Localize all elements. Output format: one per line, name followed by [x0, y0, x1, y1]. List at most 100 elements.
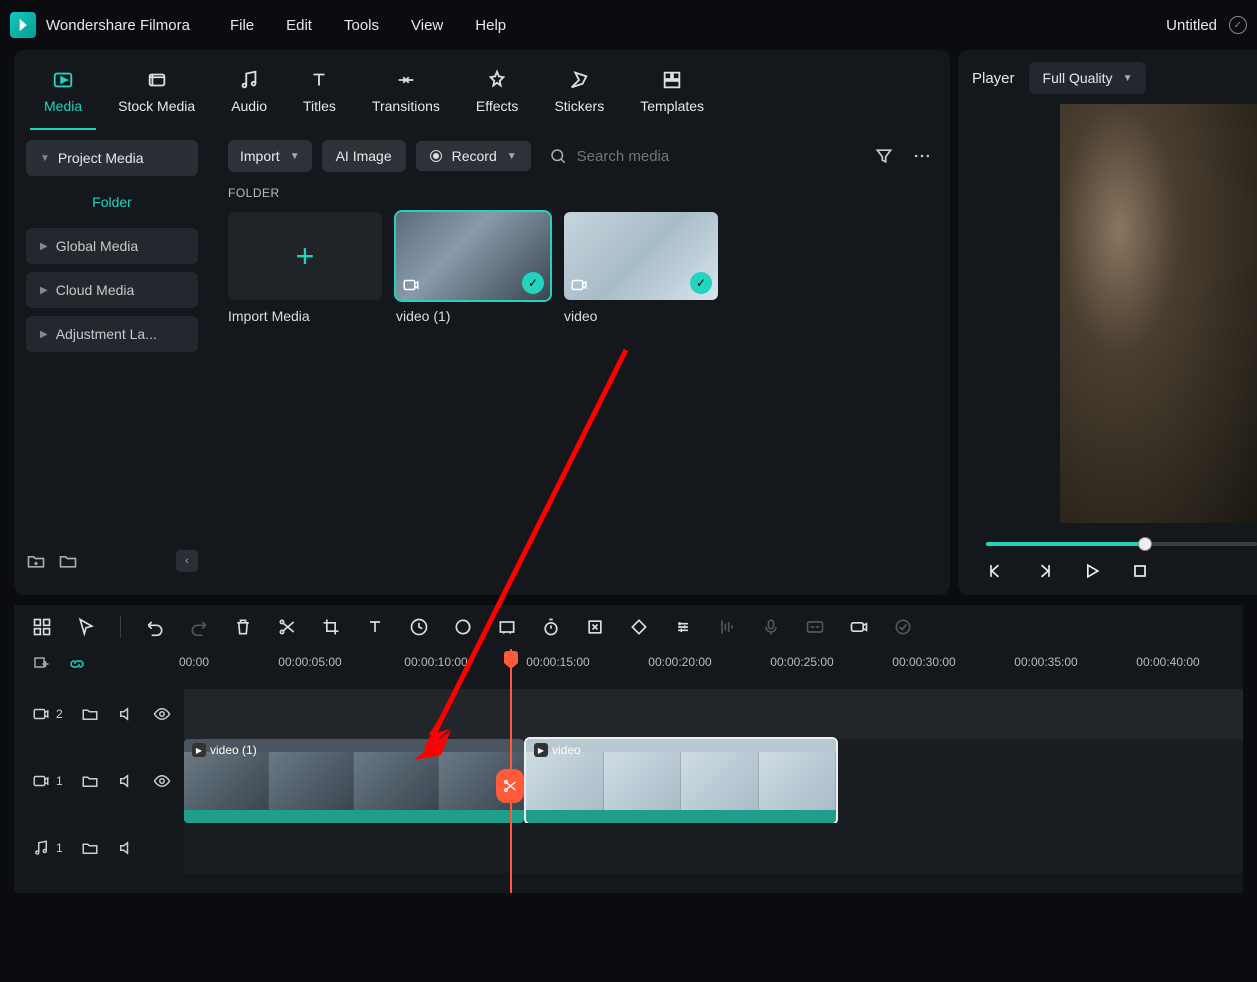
- keyframe-icon[interactable]: [629, 617, 649, 637]
- video-track-icon: [32, 772, 50, 790]
- quality-dropdown[interactable]: Full Quality ▼: [1029, 62, 1147, 94]
- export-icon: [893, 617, 913, 637]
- media-tabs: Media Stock Media Audio Titles Transitio…: [14, 50, 950, 130]
- redo-icon: [189, 617, 209, 637]
- player-controls: [972, 561, 1257, 581]
- lock-icon[interactable]: [81, 772, 99, 790]
- menu-edit[interactable]: Edit: [286, 17, 312, 34]
- voiceover-icon: [761, 617, 781, 637]
- subtitle-icon: [805, 617, 825, 637]
- sidebar-global-media[interactable]: ▶ Global Media: [26, 228, 198, 264]
- audio-mix-icon: [717, 617, 737, 637]
- timeline-section: 00:00 00:00:05:00 00:00:10:00 00:00:15:0…: [0, 605, 1257, 893]
- tab-transitions[interactable]: Transitions: [358, 62, 454, 130]
- sidebar-adjustment-layer[interactable]: ▶ Adjustment La...: [26, 316, 198, 352]
- chevron-right-icon: ▶: [40, 329, 48, 340]
- add-track-icon[interactable]: [32, 655, 50, 673]
- new-folder-icon[interactable]: [26, 551, 46, 571]
- folder-icon[interactable]: [58, 551, 78, 571]
- sidebar-folder[interactable]: Folder: [26, 184, 198, 220]
- plus-icon: +: [296, 238, 315, 275]
- templates-icon: [660, 68, 684, 92]
- play-icon[interactable]: [1082, 561, 1102, 581]
- media-card-video-1[interactable]: ✓ video (1): [396, 212, 550, 324]
- mute-icon[interactable]: [117, 839, 135, 857]
- grid-icon[interactable]: [32, 617, 52, 637]
- player-label: Player: [972, 70, 1015, 87]
- menu-view[interactable]: View: [411, 17, 443, 34]
- media-card-video[interactable]: ✓ video: [564, 212, 718, 324]
- transitions-icon: [394, 68, 418, 92]
- filter-icon[interactable]: [874, 146, 894, 166]
- menu-file[interactable]: File: [230, 17, 254, 34]
- tab-titles[interactable]: Titles: [289, 62, 350, 130]
- tab-stickers[interactable]: Stickers: [540, 62, 618, 130]
- cursor-icon[interactable]: [76, 617, 96, 637]
- mute-icon[interactable]: [117, 772, 135, 790]
- prev-frame-icon[interactable]: [986, 561, 1006, 581]
- media-sidebar: ▼ Project Media Folder ▶ Global Media ▶ …: [14, 130, 210, 590]
- undo-icon[interactable]: [145, 617, 165, 637]
- audio-track-1: 1: [14, 823, 1243, 873]
- split-playhead-icon[interactable]: [496, 769, 524, 803]
- progress-slider[interactable]: [972, 537, 1257, 551]
- main-menu: File Edit Tools View Help: [230, 17, 506, 34]
- tab-media[interactable]: Media: [30, 62, 96, 130]
- video-preview[interactable]: [1060, 104, 1257, 523]
- tab-audio[interactable]: Audio: [217, 62, 281, 130]
- record-tl-icon[interactable]: [849, 617, 869, 637]
- delete-icon[interactable]: [233, 617, 253, 637]
- lock-icon[interactable]: [81, 705, 99, 723]
- marker-edit-icon[interactable]: [585, 617, 605, 637]
- search-input[interactable]: [577, 148, 856, 165]
- chevron-down-icon: ▼: [507, 151, 517, 162]
- lock-icon[interactable]: [81, 839, 99, 857]
- section-label: FOLDER: [228, 186, 932, 200]
- color-icon[interactable]: [453, 617, 473, 637]
- crop-icon[interactable]: [321, 617, 341, 637]
- play-tiny-icon: ▶: [534, 743, 548, 757]
- media-panel: Media Stock Media Audio Titles Transitio…: [14, 50, 950, 595]
- more-icon[interactable]: [912, 146, 932, 166]
- stock-media-icon: [145, 68, 169, 92]
- split-icon[interactable]: [277, 617, 297, 637]
- menu-help[interactable]: Help: [475, 17, 506, 34]
- adjust-icon[interactable]: [673, 617, 693, 637]
- mute-icon[interactable]: [117, 705, 135, 723]
- audio-icon: [237, 68, 261, 92]
- timeline-tracks: 2 1 ▶video (1): [14, 689, 1243, 893]
- tab-effects[interactable]: Effects: [462, 62, 533, 130]
- speed-icon[interactable]: [409, 617, 429, 637]
- timeline-clip-video-1[interactable]: ▶video (1): [184, 739, 524, 823]
- clip-icon: [570, 276, 588, 294]
- tab-templates[interactable]: Templates: [626, 62, 718, 130]
- visibility-icon[interactable]: [153, 705, 171, 723]
- timer-icon[interactable]: [541, 617, 561, 637]
- record-button[interactable]: Record ▼: [416, 141, 531, 171]
- sidebar-project-media[interactable]: ▼ Project Media: [26, 140, 198, 176]
- text-icon[interactable]: [365, 617, 385, 637]
- chevron-down-icon: ▼: [40, 153, 50, 164]
- timeline-clip-video-2[interactable]: ▶video: [526, 739, 836, 823]
- stop-icon[interactable]: [1130, 561, 1150, 581]
- sidebar-cloud-media[interactable]: ▶ Cloud Media: [26, 272, 198, 308]
- player-panel: Player Full Quality ▼: [958, 50, 1257, 595]
- visibility-icon[interactable]: [153, 772, 171, 790]
- import-media-card[interactable]: + Import Media: [228, 212, 382, 324]
- app-logo: [10, 12, 36, 38]
- timeline-ruler[interactable]: 00:00 00:00:05:00 00:00:10:00 00:00:15:0…: [14, 649, 1243, 689]
- video-track-1: 1 ▶video (1) ▶video: [14, 739, 1243, 823]
- slider-thumb[interactable]: [1138, 537, 1152, 551]
- import-button[interactable]: Import ▼: [228, 140, 312, 172]
- audio-track-icon: [32, 839, 50, 857]
- media-content: Import ▼ AI Image Record ▼: [210, 130, 950, 590]
- green-screen-icon[interactable]: [497, 617, 517, 637]
- collapse-sidebar-button[interactable]: ‹: [176, 550, 198, 572]
- ai-image-button[interactable]: AI Image: [322, 140, 406, 172]
- menu-tools[interactable]: Tools: [344, 17, 379, 34]
- next-frame-icon[interactable]: [1034, 561, 1054, 581]
- link-icon[interactable]: [68, 655, 86, 673]
- tab-stock-media[interactable]: Stock Media: [104, 62, 209, 130]
- timeline-toolbar: [14, 605, 1243, 649]
- effects-icon: [485, 68, 509, 92]
